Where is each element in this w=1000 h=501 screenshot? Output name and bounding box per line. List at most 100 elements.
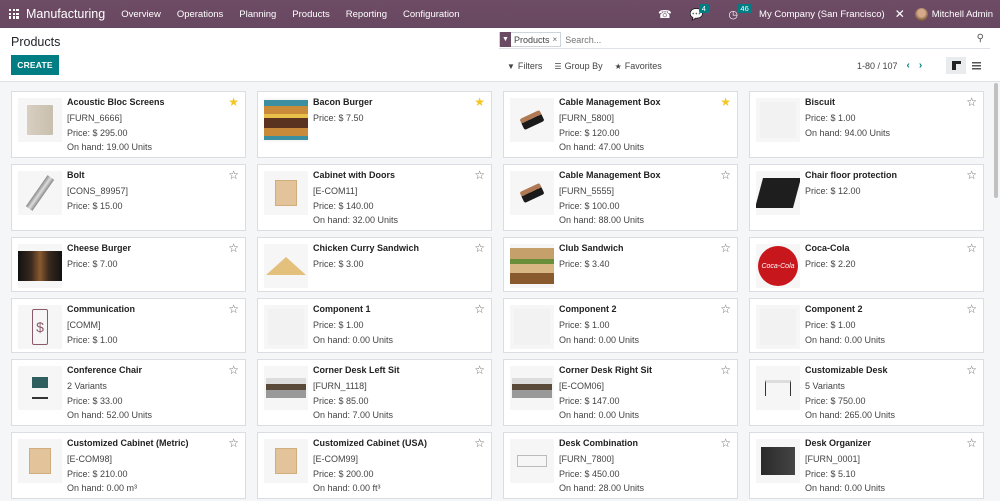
- favorite-star-icon[interactable]: ☆: [966, 169, 977, 181]
- product-info: Customized Cabinet (USA) [E-COM99] Price: …: [313, 438, 469, 496]
- view-switcher: [946, 57, 986, 74]
- product-reference: [CONS_89957]: [67, 186, 129, 196]
- product-card[interactable]: $ Communication [COMM] Price: $ 1.00 ☆: [11, 298, 246, 353]
- user-avatar[interactable]: [914, 7, 928, 21]
- product-price: Price: $ 1.00: [805, 113, 856, 123]
- search-icon[interactable]: ⚲: [977, 33, 984, 44]
- product-reference: [FURN_5800]: [559, 113, 615, 123]
- product-price: Price: $ 210.00: [67, 468, 128, 479]
- product-card[interactable]: Corner Desk Left Sit [FURN_1118] Price: $ …: [257, 359, 492, 426]
- product-name: Cable Management Box: [559, 97, 661, 107]
- product-price: Price: $ 15.00: [67, 200, 123, 211]
- favorite-star-icon[interactable]: ★: [720, 96, 731, 108]
- apps-menu-icon[interactable]: [9, 9, 19, 19]
- product-card[interactable]: Acoustic Bloc Screens [FURN_6666] Price: $…: [11, 91, 246, 158]
- product-image: [756, 305, 800, 349]
- product-card[interactable]: Corner Desk Right Sit [E-COM06] Price: $ 1…: [503, 359, 738, 426]
- favorite-star-icon[interactable]: ☆: [228, 303, 239, 315]
- favorite-star-icon[interactable]: ☆: [228, 437, 239, 449]
- favorites-button[interactable]: ★ Favorites: [615, 61, 662, 71]
- favorite-star-icon[interactable]: ☆: [228, 364, 239, 376]
- product-card[interactable]: Chair floor protection Price: $ 12.00 ☆: [749, 164, 984, 231]
- product-card[interactable]: Component 1 Price: $ 1.00 On hand: 0.00 Un…: [257, 298, 492, 353]
- product-card[interactable]: Biscuit Price: $ 1.00 On hand: 94.00 Units…: [749, 91, 984, 158]
- product-card[interactable]: Component 2 Price: $ 1.00 On hand: 0.00 Un…: [503, 298, 738, 353]
- favorite-star-icon[interactable]: ☆: [966, 96, 977, 108]
- group-by-button[interactable]: ☰ Group By: [554, 61, 602, 71]
- favorite-star-icon[interactable]: ☆: [228, 169, 239, 181]
- product-info: Desk Combination [FURN_7800] Price: $ 450.…: [559, 438, 715, 496]
- facet-remove-button[interactable]: ×: [553, 35, 561, 44]
- company-switcher[interactable]: My Company (San Francisco): [759, 9, 885, 20]
- activities-button[interactable]: ◷ 46: [728, 3, 752, 21]
- product-card[interactable]: Desk Organizer [FURN_0001] Price: $ 5.10 On…: [749, 432, 984, 499]
- app-name[interactable]: Manufacturing: [26, 7, 105, 21]
- product-name: Component 2: [805, 304, 863, 314]
- product-name: Component 1: [313, 304, 371, 314]
- search-options: ▼ Filters ☰ Group By ★ Favorites: [507, 61, 674, 71]
- pager-previous-icon[interactable]: ‹: [907, 60, 910, 71]
- pager-value[interactable]: 1-80 / 107: [857, 61, 898, 71]
- product-card[interactable]: Club Sandwich Price: $ 3.40 ☆: [503, 237, 738, 292]
- product-card[interactable]: Cable Management Box [FURN_5800] Price: $ …: [503, 91, 738, 158]
- favorite-star-icon[interactable]: ☆: [966, 437, 977, 449]
- menu-operations[interactable]: Operations: [177, 9, 223, 20]
- product-card[interactable]: Bacon Burger Price: $ 7.50 ★: [257, 91, 492, 158]
- menu-reporting[interactable]: Reporting: [346, 9, 387, 20]
- product-card[interactable]: Customized Cabinet (USA) [E-COM99] Price: …: [257, 432, 492, 499]
- menu-overview[interactable]: Overview: [121, 9, 161, 20]
- product-name: Coca-Cola: [805, 243, 850, 253]
- messages-button[interactable]: 💬 4: [690, 3, 709, 21]
- favorite-star-icon[interactable]: ☆: [474, 364, 485, 376]
- menu-products[interactable]: Products: [292, 9, 330, 20]
- product-info: Bacon Burger Price: $ 7.50: [313, 97, 469, 126]
- product-card[interactable]: Bolt [CONS_89957] Price: $ 15.00 ☆: [11, 164, 246, 231]
- product-card[interactable]: Cable Management Box [FURN_5555] Price: $ …: [503, 164, 738, 231]
- list-view-button[interactable]: [966, 57, 986, 74]
- favorite-star-icon[interactable]: ☆: [474, 437, 485, 449]
- favorite-star-icon[interactable]: ☆: [720, 437, 731, 449]
- favorite-star-icon[interactable]: ☆: [720, 364, 731, 376]
- product-info: Acoustic Bloc Screens [FURN_6666] Price: $…: [67, 97, 223, 155]
- product-on-hand: On hand: 0.00 ft³: [313, 483, 381, 493]
- favorite-star-icon[interactable]: ☆: [720, 169, 731, 181]
- product-card[interactable]: Conference Chair 2 Variants Price: $ 33.00…: [11, 359, 246, 426]
- product-card[interactable]: Cheese Burger Price: $ 7.00 ☆: [11, 237, 246, 292]
- favorite-star-icon[interactable]: ★: [474, 96, 485, 108]
- product-card[interactable]: Component 2 Price: $ 1.00 On hand: 0.00 Un…: [749, 298, 984, 353]
- product-card[interactable]: Coca‑Cola Coca-Cola Price: $ 2.20 ☆: [749, 237, 984, 292]
- favorite-star-icon[interactable]: ☆: [474, 242, 485, 254]
- favorite-star-icon[interactable]: ☆: [966, 242, 977, 254]
- favorite-star-icon[interactable]: ☆: [966, 364, 977, 376]
- search-input[interactable]: [565, 34, 946, 45]
- favorite-star-icon[interactable]: ☆: [474, 169, 485, 181]
- product-card[interactable]: Cabinet with Doors [E-COM11] Price: $ 140.…: [257, 164, 492, 231]
- product-card[interactable]: Desk Combination [FURN_7800] Price: $ 450.…: [503, 432, 738, 499]
- product-price: Price: $ 3.00: [313, 259, 364, 269]
- product-image: [264, 439, 308, 483]
- voip-phone-icon[interactable]: ☎: [658, 8, 672, 21]
- product-name: Desk Organizer: [805, 438, 872, 448]
- favorite-star-icon[interactable]: ☆: [720, 242, 731, 254]
- product-image: [756, 366, 800, 410]
- product-info: Customized Cabinet (Metric) [E-COM98] Pric…: [67, 438, 223, 496]
- product-card[interactable]: Customized Cabinet (Metric) [E-COM98] Pric…: [11, 432, 246, 499]
- favorite-star-icon[interactable]: ★: [228, 96, 239, 108]
- debug-tools-icon[interactable]: ✕: [895, 7, 905, 21]
- product-on-hand: On hand: 47.00 Units: [559, 142, 645, 152]
- product-name: Communication: [67, 304, 136, 314]
- create-button[interactable]: CREATE: [11, 55, 59, 75]
- menu-configuration[interactable]: Configuration: [403, 9, 460, 20]
- user-menu[interactable]: Mitchell Admin: [932, 9, 993, 20]
- product-card[interactable]: Customizable Desk 5 Variants Price: $ 750.…: [749, 359, 984, 426]
- filters-button[interactable]: ▼ Filters: [507, 61, 542, 71]
- favorite-star-icon[interactable]: ☆: [228, 242, 239, 254]
- pager-next-icon[interactable]: ›: [919, 60, 922, 71]
- menu-planning[interactable]: Planning: [239, 9, 276, 20]
- kanban-view-button[interactable]: [946, 57, 966, 74]
- favorite-star-icon[interactable]: ☆: [966, 303, 977, 315]
- favorite-star-icon[interactable]: ☆: [474, 303, 485, 315]
- favorite-star-icon[interactable]: ☆: [720, 303, 731, 315]
- product-card[interactable]: Chicken Curry Sandwich Price: $ 3.00 ☆: [257, 237, 492, 292]
- scrollbar[interactable]: [994, 83, 998, 198]
